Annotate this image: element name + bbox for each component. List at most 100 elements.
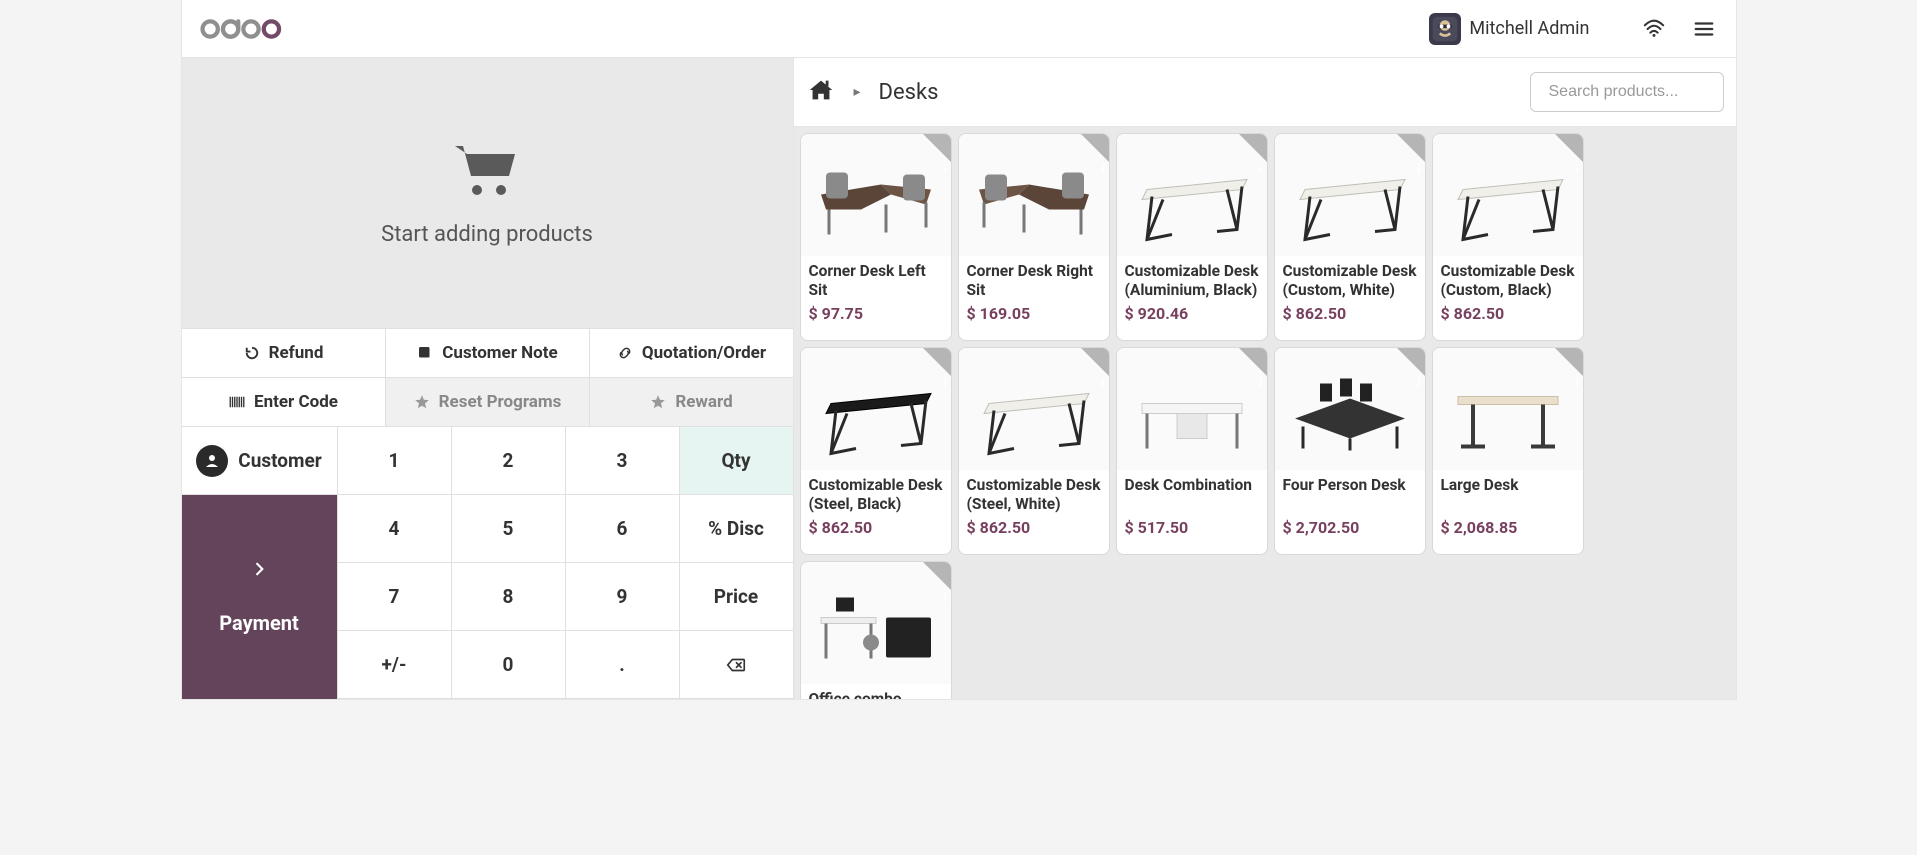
numpad: Customer 1 2 3 Qty Payment 4 5 6 % Disc … bbox=[182, 427, 793, 699]
product-price: $ 97.75 bbox=[801, 300, 951, 331]
breadcrumb-category[interactable]: Desks bbox=[879, 80, 939, 105]
info-icon: i bbox=[1417, 375, 1421, 391]
customer-label: Customer bbox=[238, 449, 321, 472]
product-name: Customizable Desk (Steel, White) bbox=[959, 470, 1109, 514]
product-name: Four Person Desk bbox=[1275, 470, 1425, 514]
enter-code-button[interactable]: Enter Code bbox=[182, 378, 386, 426]
user-name: Mitchell Admin bbox=[1469, 18, 1589, 39]
info-icon: i bbox=[1575, 161, 1579, 177]
refund-label: Refund bbox=[269, 343, 324, 363]
mode-price[interactable]: Price bbox=[680, 563, 794, 631]
payment-label: Payment bbox=[219, 611, 299, 635]
numpad-2[interactable]: 2 bbox=[452, 427, 566, 495]
info-corner[interactable]: i bbox=[1555, 134, 1583, 162]
refund-button[interactable]: Refund bbox=[182, 329, 386, 377]
info-corner[interactable]: i bbox=[1081, 134, 1109, 162]
info-corner[interactable]: i bbox=[923, 348, 951, 376]
customer-note-label: Customer Note bbox=[442, 343, 557, 363]
user-icon bbox=[196, 445, 228, 477]
mode-qty[interactable]: Qty bbox=[680, 427, 794, 495]
info-icon: i bbox=[1575, 375, 1579, 391]
numpad-0[interactable]: 0 bbox=[452, 631, 566, 699]
menu-icon[interactable] bbox=[1690, 18, 1718, 40]
reset-programs-button: Reset Programs bbox=[386, 378, 590, 426]
actions-row-2: Enter Code Reset Programs Reward bbox=[182, 378, 793, 427]
quotation-label: Quotation/Order bbox=[642, 343, 766, 363]
product-card[interactable]: i Customizable Desk (Steel, White)$ 862.5… bbox=[958, 347, 1110, 555]
product-card[interactable]: i Corner Desk Left Sit$ 97.75 bbox=[800, 133, 952, 341]
reward-label: Reward bbox=[675, 392, 732, 412]
info-corner[interactable]: i bbox=[923, 134, 951, 162]
mode-disc[interactable]: % Disc bbox=[680, 495, 794, 563]
product-card[interactable]: iDesk Combination$ 517.50 bbox=[1116, 347, 1268, 555]
info-icon: i bbox=[1101, 161, 1105, 177]
numpad-9[interactable]: 9 bbox=[566, 563, 680, 631]
star-icon bbox=[413, 393, 431, 411]
product-header: ▸ Desks bbox=[794, 58, 1736, 127]
product-name: Desk Combination bbox=[1117, 470, 1267, 514]
topbar: Mitchell Admin bbox=[182, 0, 1736, 58]
reward-button: Reward bbox=[590, 378, 793, 426]
info-corner[interactable]: i bbox=[923, 562, 951, 590]
payment-button[interactable]: Payment bbox=[182, 495, 338, 699]
numpad-3[interactable]: 3 bbox=[566, 427, 680, 495]
link-icon bbox=[616, 344, 634, 362]
info-icon: i bbox=[1101, 375, 1105, 391]
product-price: $ 2,068.85 bbox=[1433, 514, 1583, 545]
product-card[interactable]: iOffice combo$ 160.00 bbox=[800, 561, 952, 699]
refund-icon bbox=[243, 344, 261, 362]
numpad-plusminus[interactable]: +/- bbox=[338, 631, 452, 699]
quotation-button[interactable]: Quotation/Order bbox=[590, 329, 793, 377]
product-name: Office combo bbox=[801, 684, 951, 699]
product-card[interactable]: i Customizable Desk (Custom, White)$ 862.… bbox=[1274, 133, 1426, 341]
avatar bbox=[1429, 13, 1461, 45]
info-icon: i bbox=[943, 589, 947, 605]
user-chip[interactable]: Mitchell Admin bbox=[1429, 13, 1589, 45]
wifi-icon[interactable] bbox=[1640, 18, 1668, 40]
numpad-dot[interactable]: . bbox=[566, 631, 680, 699]
product-price: $ 2,702.50 bbox=[1275, 514, 1425, 545]
product-name: Corner Desk Left Sit bbox=[801, 256, 951, 300]
product-card[interactable]: i Four Person Desk$ 2,702.50 bbox=[1274, 347, 1426, 555]
product-card[interactable]: i Customizable Desk (Steel, Black)$ 862.5… bbox=[800, 347, 952, 555]
product-grid: i Corner Desk Left Sit$ 97.75iCorner Desk… bbox=[800, 133, 1730, 699]
product-card[interactable]: i Large Desk$ 2,068.85 bbox=[1432, 347, 1584, 555]
info-corner[interactable]: i bbox=[1239, 134, 1267, 162]
info-corner[interactable]: i bbox=[1397, 134, 1425, 162]
search-input[interactable] bbox=[1549, 83, 1756, 101]
backspace-icon bbox=[725, 654, 747, 676]
customer-button[interactable]: Customer bbox=[182, 427, 338, 495]
chevron-right-icon bbox=[249, 559, 269, 583]
product-name: Customizable Desk (Custom, Black) bbox=[1433, 256, 1583, 300]
empty-cart-area: Start adding products bbox=[182, 58, 793, 328]
info-corner[interactable]: i bbox=[1081, 348, 1109, 376]
customer-note-button[interactable]: Customer Note bbox=[386, 329, 590, 377]
info-icon: i bbox=[1417, 161, 1421, 177]
numpad-4[interactable]: 4 bbox=[338, 495, 452, 563]
numpad-backspace[interactable] bbox=[680, 631, 794, 699]
product-price: $ 862.50 bbox=[801, 514, 951, 545]
product-name: Customizable Desk (Steel, Black) bbox=[801, 470, 951, 514]
product-price: $ 862.50 bbox=[1275, 300, 1425, 331]
numpad-5[interactable]: 5 bbox=[452, 495, 566, 563]
numpad-8[interactable]: 8 bbox=[452, 563, 566, 631]
numpad-1[interactable]: 1 bbox=[338, 427, 452, 495]
product-card[interactable]: iCustomizable Desk (Aluminium, Black)$ 9… bbox=[1116, 133, 1268, 341]
info-icon: i bbox=[1259, 161, 1263, 177]
home-icon[interactable] bbox=[806, 76, 836, 108]
breadcrumb: ▸ Desks bbox=[806, 76, 939, 108]
info-corner[interactable]: i bbox=[1239, 348, 1267, 376]
product-name: Large Desk bbox=[1433, 470, 1583, 514]
search-box[interactable] bbox=[1530, 72, 1724, 112]
star-icon bbox=[649, 393, 667, 411]
numpad-7[interactable]: 7 bbox=[338, 563, 452, 631]
info-corner[interactable]: i bbox=[1555, 348, 1583, 376]
product-price: $ 862.50 bbox=[959, 514, 1109, 545]
info-corner[interactable]: i bbox=[1397, 348, 1425, 376]
product-card[interactable]: iCorner Desk Right Sit$ 169.05 bbox=[958, 133, 1110, 341]
product-name: Customizable Desk (Custom, White) bbox=[1275, 256, 1425, 300]
numpad-6[interactable]: 6 bbox=[566, 495, 680, 563]
app-frame: Mitchell Admin Start adding products bbox=[181, 0, 1737, 700]
product-card[interactable]: iCustomizable Desk (Custom, Black)$ 862.… bbox=[1432, 133, 1584, 341]
actions-row-1: Refund Customer Note Quotation/Order bbox=[182, 328, 793, 378]
